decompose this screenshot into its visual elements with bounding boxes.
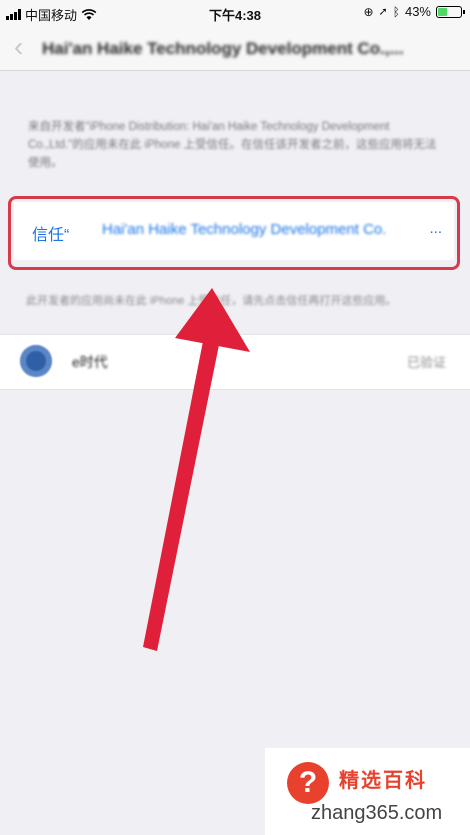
arrow-head	[175, 288, 250, 352]
watermark-title: 精选百科	[339, 770, 427, 792]
watermark: ? 精选百科 zhang365.com	[265, 748, 470, 835]
question-logo-icon: ?	[287, 762, 329, 804]
watermark-site: zhang365.com	[311, 802, 443, 824]
arrow-shaft	[143, 326, 222, 651]
red-arrow-annotation	[143, 288, 250, 651]
